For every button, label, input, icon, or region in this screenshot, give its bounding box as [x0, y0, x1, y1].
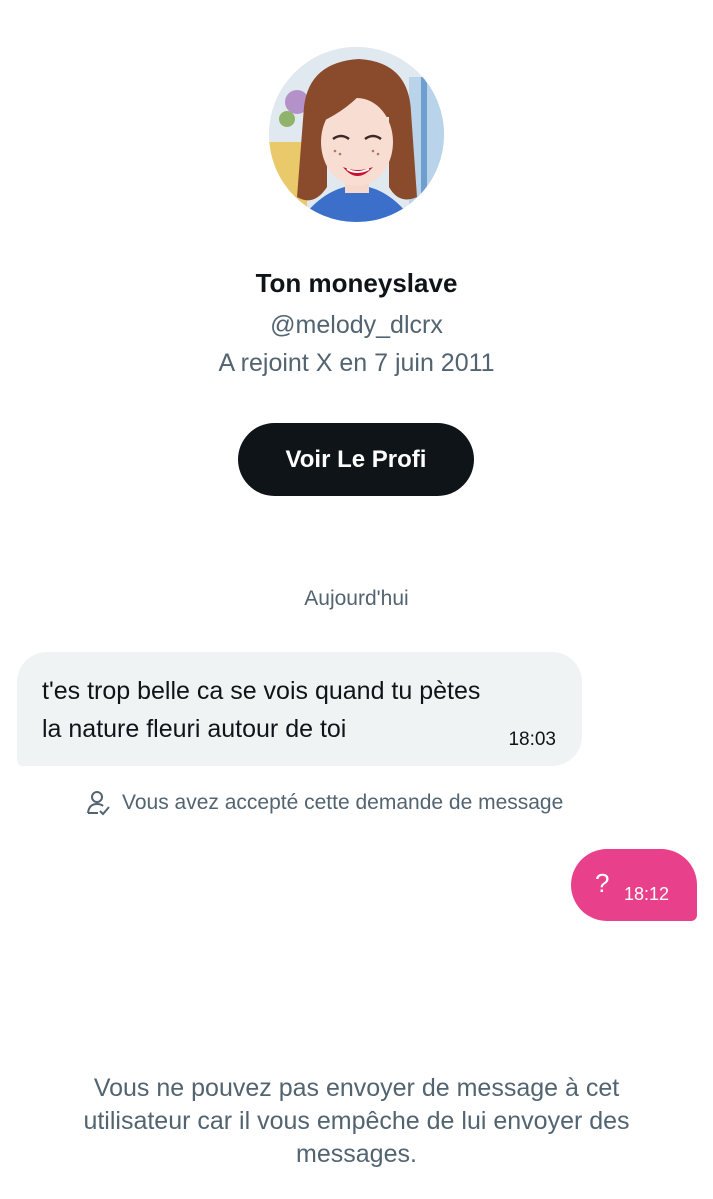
request-accepted-notice: Vous avez accepté cette demande de messa… — [86, 787, 563, 819]
incoming-message-time: 18:03 — [508, 729, 556, 750]
incoming-message-bubble[interactable]: t'es trop belle ca se vois quand tu pète… — [17, 652, 582, 766]
date-divider: Aujourd'hui — [304, 587, 409, 610]
join-date: A rejoint X en 7 juin 2011 — [218, 349, 495, 377]
person-check-icon — [86, 789, 112, 817]
outgoing-message-text: ? — [595, 868, 610, 898]
outgoing-message-bubble[interactable]: ? 18:12 — [571, 849, 697, 921]
request-accepted-text: Vous avez accepté cette demande de messa… — [122, 791, 564, 814]
incoming-message-text: t'es trop belle ca se vois quand tu pète… — [42, 677, 481, 743]
cartoon-avatar-icon — [269, 47, 444, 222]
outgoing-message-time: 18:12 — [624, 884, 670, 904]
user-handle: @melody_dlcrx — [270, 311, 443, 339]
view-profile-button[interactable]: Voir Le Profi — [238, 423, 474, 496]
profile-avatar[interactable] — [269, 47, 444, 222]
display-name: Ton moneyslave — [255, 268, 458, 298]
messaging-blocked-notice: Vous ne pouvez pas envoyer de message à … — [83, 1074, 630, 1168]
